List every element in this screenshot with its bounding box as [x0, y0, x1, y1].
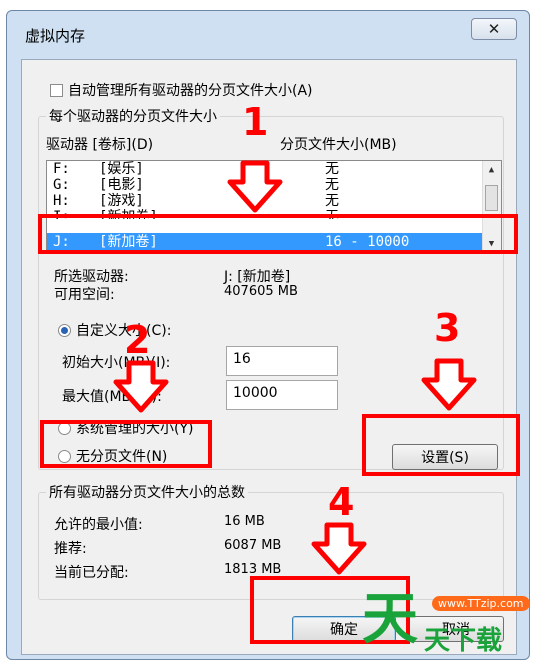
drive-letter: G:: [53, 177, 70, 193]
annotation-step-4: 4: [328, 480, 355, 524]
drive-size: 无: [325, 193, 339, 209]
annotation-step-1: 1: [242, 100, 269, 144]
selected-drive-label: 所选驱动器:: [54, 269, 129, 285]
recommended-value: 6087 MB: [224, 538, 282, 553]
annotation-highlight-no-paging: [40, 420, 212, 468]
close-button[interactable]: ✕: [471, 18, 517, 40]
annotation-highlight-set-button: [362, 414, 520, 476]
annotation-highlight-drive-row: [38, 214, 518, 254]
column-header-drive: 驱动器 [卷标](D): [46, 137, 154, 153]
auto-manage-checkbox[interactable]: [50, 84, 63, 97]
watermark-brand: 天下载: [424, 626, 503, 656]
currently-allocated-value: 1813 MB: [224, 562, 282, 577]
down-arrow-icon: [227, 160, 283, 213]
annotation-step-3: 3: [434, 306, 461, 350]
drive-letter: F:: [53, 161, 70, 177]
min-allowed-value: 16 MB: [224, 514, 265, 529]
column-header-size: 分页文件大小(MB): [280, 137, 397, 153]
drive-label: [娱乐]: [99, 161, 144, 177]
initial-size-input[interactable]: 16: [226, 346, 338, 376]
annotation-step-2: 2: [124, 318, 151, 362]
min-allowed-label: 允许的最小值:: [54, 517, 143, 533]
per-drive-group-legend: 每个驱动器的分页文件大小: [46, 106, 220, 126]
drive-label: [电影]: [99, 177, 144, 193]
selected-drive-value: J: [新加卷]: [224, 269, 291, 285]
custom-size-radio[interactable]: [58, 324, 71, 337]
currently-allocated-label: 当前已分配:: [54, 565, 129, 581]
max-size-input[interactable]: 10000: [226, 380, 338, 410]
drive-label: [游戏]: [99, 193, 144, 209]
scroll-up-icon[interactable]: ▲: [483, 161, 500, 179]
drive-size: 无: [325, 177, 339, 193]
down-arrow-icon: [311, 522, 367, 575]
down-arrow-icon: [113, 360, 169, 413]
scroll-thumb[interactable]: [485, 185, 498, 211]
site-watermark: 天 www.TTzip.com 天下载: [362, 590, 534, 660]
auto-manage-label[interactable]: 自动管理所有驱动器的分页文件大小(A): [68, 80, 313, 100]
watermark-url: www.TTzip.com: [432, 596, 530, 611]
recommended-label: 推荐:: [54, 541, 87, 557]
totals-group-legend: 所有驱动器分页文件大小的总数: [46, 482, 248, 502]
dialog-title: 虚拟内存: [25, 27, 86, 45]
drive-letter: H:: [53, 193, 70, 209]
drive-size: 无: [325, 161, 339, 177]
free-space-value: 407605 MB: [224, 284, 298, 299]
free-space-label: 可用空间:: [54, 287, 115, 303]
dialog-client-area: 自动管理所有驱动器的分页文件大小(A) 每个驱动器的分页文件大小 驱动器 [卷标…: [21, 59, 517, 655]
close-icon: ✕: [487, 20, 501, 38]
watermark-logo-icon: 天: [362, 587, 418, 652]
down-arrow-icon: [421, 358, 477, 411]
